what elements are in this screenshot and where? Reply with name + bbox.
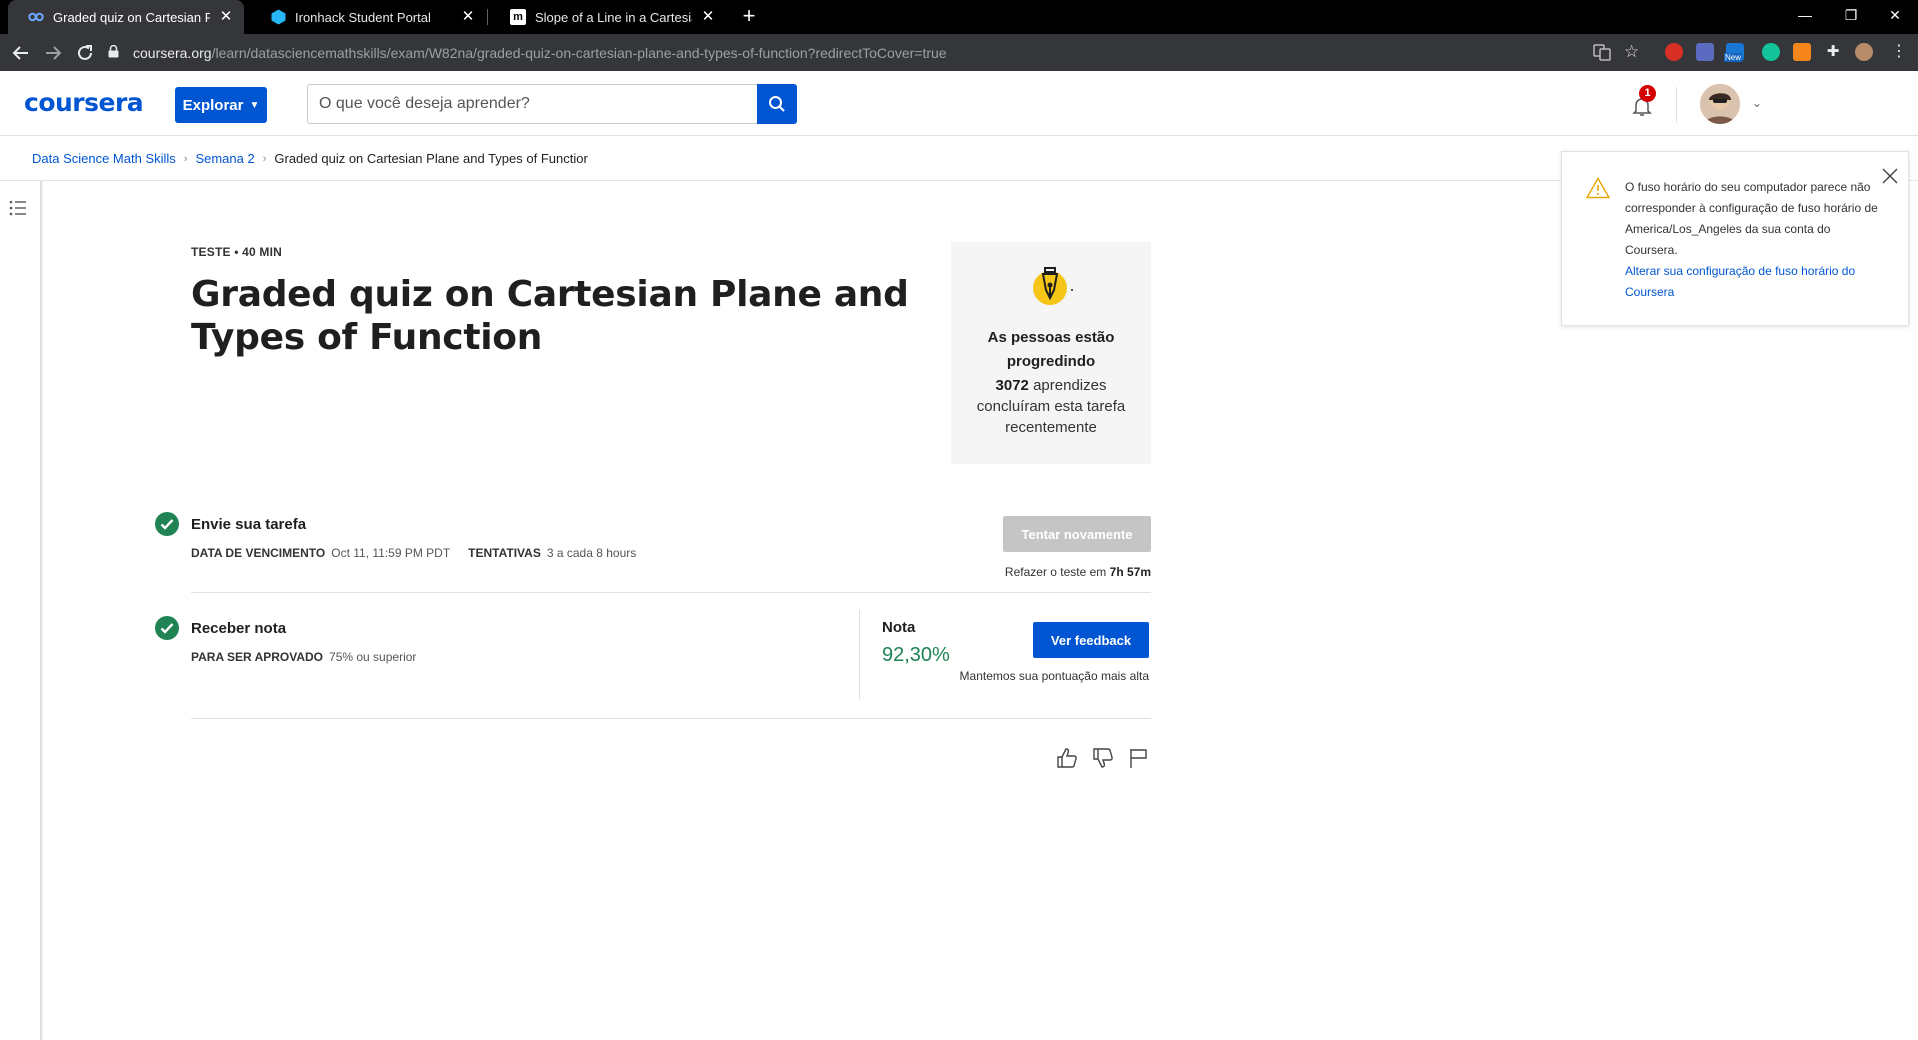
tab-slope-of-line[interactable]: m Slope of a Line in a Cartesian Pla ✕ <box>490 0 726 34</box>
pass-label: PARA SER APROVADO <box>191 650 324 664</box>
course-outline-rail <box>0 181 41 1040</box>
browser-tab-bar: Graded quiz on Cartesian Plane a ✕ Ironh… <box>0 0 1918 34</box>
quiz-kicker: TESTE • 40 MIN <box>191 245 283 259</box>
social-progress-card: As pessoas estão progredindo 3072 aprend… <box>951 242 1151 464</box>
flag-icon[interactable] <box>1128 747 1150 769</box>
extensions-puzzle-icon[interactable]: ✚ <box>1824 43 1842 61</box>
tab-graded-quiz[interactable]: Graded quiz on Cartesian Plane a ✕ <box>8 0 244 34</box>
breadcrumb-week-link[interactable]: Semana 2 <box>195 151 254 166</box>
tab-ironhack[interactable]: Ironhack Student Portal ✕ <box>250 0 486 34</box>
site-header: coursera Explorar ▼ O que você deseja ap… <box>0 71 1918 136</box>
browser-toolbar: coursera.org /learn/datasciencemathskill… <box>0 34 1918 71</box>
extension-red-icon[interactable] <box>1665 43 1683 61</box>
timezone-warning-toast: O fuso horário do seu computador parece … <box>1561 151 1909 326</box>
pass-requirement: PARA SER APROVADO 75% ou superior <box>191 650 416 664</box>
header-divider <box>1676 87 1677 123</box>
forward-button[interactable] <box>41 41 65 65</box>
section-divider <box>191 718 1151 719</box>
tab-title: Graded quiz on Cartesian Plane a <box>53 9 210 25</box>
grammarly-icon[interactable] <box>1762 43 1780 61</box>
address-bar[interactable]: coursera.org /learn/datasciencemathskill… <box>108 38 1648 68</box>
due-date-label: DATA DE VENCIMENTO <box>191 546 326 560</box>
retry-note-text: Refazer o teste em <box>1004 565 1110 579</box>
extension-new-badge: New <box>1724 53 1743 62</box>
reload-button[interactable] <box>73 41 97 65</box>
tab-title: Slope of a Line in a Cartesian Pla <box>535 9 692 25</box>
attempts-label: TENTATIVAS <box>468 546 541 560</box>
pen-nib-icon <box>1033 267 1073 305</box>
page-title: Graded quiz on Cartesian Plane and Types… <box>191 274 909 358</box>
url-path: /learn/datasciencemathskills/exam/W82na/… <box>211 45 947 61</box>
grade-label: Nota <box>882 619 916 636</box>
restore-window-button[interactable]: ❐ <box>1828 0 1874 30</box>
user-avatar[interactable] <box>1700 84 1740 124</box>
ironhack-favicon-icon <box>270 9 286 25</box>
coursera-logo[interactable]: coursera <box>24 88 144 117</box>
search-icon <box>769 96 785 112</box>
back-button[interactable] <box>9 41 33 65</box>
minimize-window-button[interactable]: — <box>1782 0 1828 30</box>
breadcrumb-current: Graded quiz on Cartesian Plane and Types… <box>274 151 588 166</box>
coursera-favicon-icon <box>28 9 44 25</box>
new-tab-button[interactable]: + <box>737 5 761 29</box>
search-input[interactable]: O que você deseja aprender? <box>307 84 757 124</box>
chevron-down-icon: ▼ <box>249 99 260 111</box>
pass-value: 75% ou superior <box>329 650 417 664</box>
grade-divider <box>859 610 860 700</box>
close-window-button[interactable]: ✕ <box>1872 0 1918 30</box>
browser-menu-icon[interactable]: ⋮ <box>1890 43 1908 61</box>
grade-step-title: Receber nota <box>191 620 287 637</box>
url-host: coursera.org <box>133 45 212 61</box>
close-tab-icon[interactable]: ✕ <box>460 9 476 25</box>
thumbs-up-icon[interactable] <box>1056 747 1078 769</box>
bookmark-star-icon[interactable]: ☆ <box>1624 43 1642 61</box>
submit-step-title: Envie sua tarefa <box>191 516 307 533</box>
check-circle-icon <box>155 616 179 640</box>
submit-step-meta: DATA DE VENCIMENTO Oct 11, 11:59 PM PDT TE… <box>191 546 636 560</box>
timezone-message: O fuso horário do seu computador parece … <box>1625 177 1885 303</box>
view-feedback-button[interactable]: Ver feedback <box>1033 622 1149 658</box>
warning-triangle-icon <box>1586 177 1610 199</box>
chevron-right-icon: › <box>183 152 188 165</box>
notification-count-badge: 1 <box>1639 85 1656 102</box>
retry-button[interactable]: Tentar novamente <box>1003 516 1151 552</box>
rail-divider <box>41 181 43 1040</box>
retry-countdown-note: Refazer o teste em 7h 57m <box>900 565 1151 579</box>
close-tab-icon[interactable]: ✕ <box>700 9 716 25</box>
page-favicon-icon: m <box>510 9 526 25</box>
tab-title: Ironhack Student Portal <box>295 9 431 25</box>
lock-icon <box>108 44 122 61</box>
explore-label: Explorar <box>182 96 244 114</box>
translate-icon[interactable] <box>1593 43 1611 61</box>
retry-time: 7h 57m <box>1109 565 1151 579</box>
search-button[interactable] <box>757 84 797 124</box>
change-timezone-link[interactable]: Alterar sua configuração de fuso horário… <box>1625 261 1885 303</box>
progress-card-text: 3072 aprendizes concluíram esta tarefa r… <box>961 375 1141 438</box>
tab-separator <box>487 9 488 25</box>
grade-value: 92,30% <box>882 644 950 666</box>
due-date-value: Oct 11, 11:59 PM PDT <box>331 546 451 560</box>
chevron-right-icon: › <box>262 152 267 165</box>
metamask-icon[interactable] <box>1793 43 1811 61</box>
grade-note: Mantemos sua pontuação mais alta <box>959 669 1149 683</box>
timezone-message-text: O fuso horário do seu computador parece … <box>1625 180 1878 257</box>
extension-new-icon[interactable]: New <box>1724 43 1744 62</box>
progress-card-heading: As pessoas estão progredindo <box>987 329 1115 370</box>
breadcrumb-course-link[interactable]: Data Science Math Skills <box>32 151 176 166</box>
close-tab-icon[interactable]: ✕ <box>218 9 234 25</box>
course-menu-list-icon[interactable] <box>9 199 27 217</box>
section-divider <box>191 592 1151 593</box>
attempts-value: 3 a cada 8 hours <box>546 546 637 560</box>
profile-avatar-icon[interactable] <box>1855 43 1873 61</box>
learner-count: 3072 <box>995 377 1029 394</box>
extension-purple-icon[interactable] <box>1696 43 1714 61</box>
thumbs-down-icon[interactable] <box>1092 747 1114 769</box>
breadcrumb: Data Science Math Skills › Semana 2 › Gr… <box>32 151 588 166</box>
chevron-down-icon[interactable]: ⌄ <box>1752 96 1762 110</box>
check-circle-icon <box>155 512 179 536</box>
explore-button[interactable]: Explorar ▼ <box>175 87 267 123</box>
